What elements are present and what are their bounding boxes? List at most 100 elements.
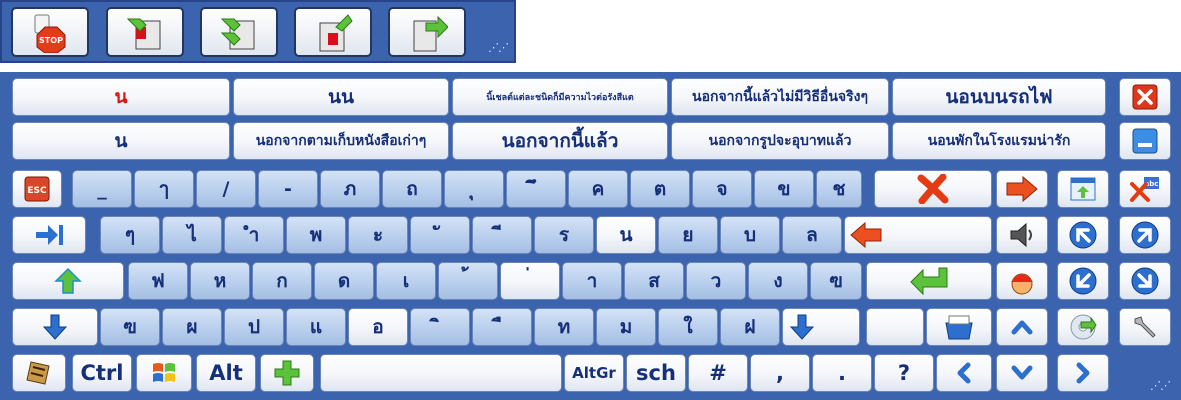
key-r3-1[interactable]: ฟ [128,262,188,300]
space-key[interactable] [320,354,562,392]
spellcheck-key[interactable]: abc [1119,170,1171,208]
key-r1-8[interactable]: ึ [506,170,566,208]
key-r4-10[interactable]: ใ [658,308,718,346]
blank-key[interactable] [866,308,924,346]
backspace-key[interactable] [844,216,992,254]
shift-key[interactable] [12,262,124,300]
key-r2-6[interactable]: ั [410,216,470,254]
key-r4-9[interactable]: ม [596,308,656,346]
suggestion-3[interactable]: นิ้เชลต์แต่ละชนิดก็มีความไวต่อรังสีแต [452,78,668,116]
dock-key[interactable] [1057,170,1109,208]
user-key[interactable] [996,262,1048,300]
hash-key[interactable]: # [688,354,748,392]
key-r3-9[interactable]: ส [624,262,684,300]
arrow-right-nav-key[interactable] [1057,354,1109,392]
key-r3-5[interactable]: เ [376,262,436,300]
key-r1-5[interactable]: ภ [320,170,380,208]
key-r3-10[interactable]: ว [686,262,746,300]
key-r2-11[interactable]: บ [720,216,780,254]
move-up-button[interactable] [294,7,372,57]
ctrl-key[interactable]: Ctrl [72,354,132,392]
tab-key[interactable] [12,216,86,254]
key-r4-7[interactable]: ื [472,308,532,346]
key-r2-1[interactable]: ๆ [100,216,160,254]
key-r2-3[interactable]: ำ [224,216,284,254]
key-r1-12[interactable]: ข [754,170,814,208]
key-r1-7[interactable]: ุ [444,170,504,208]
key-r2-9[interactable]: น [596,216,656,254]
key-slash[interactable]: / [196,170,256,208]
key-r3-11[interactable]: ง [748,262,808,300]
shift-down-key[interactable] [12,308,98,346]
move-up-right-key[interactable] [1119,216,1171,254]
dictionary-key[interactable] [12,354,66,392]
esc-key[interactable]: ESC [12,170,62,208]
close-button[interactable] [1119,78,1171,116]
add-key[interactable] [260,354,314,392]
key-r2-2[interactable]: ไ [162,216,222,254]
key-r4-8[interactable]: ท [534,308,594,346]
key-r2-10[interactable]: ย [658,216,718,254]
key-r1-10[interactable]: ต [630,170,690,208]
key-r2-8[interactable]: ร [534,216,594,254]
key-r3-8[interactable]: า [562,262,622,300]
key-r3-3[interactable]: ก [252,262,312,300]
key-r4-1[interactable]: ฃ [100,308,160,346]
settings-key[interactable] [1119,308,1171,346]
resize-grip[interactable]: ⋰⋰ [488,42,509,53]
suggestion-4[interactable]: นอกจากนี้แล้วไม่มีวิธีอื่นจริงๆ [671,78,889,116]
key-r1-13[interactable]: ช [816,170,862,208]
scroll-up-key[interactable] [996,308,1048,346]
key-r4-4[interactable]: แ [286,308,346,346]
comma-key[interactable]: , [750,354,810,392]
key-r4-6[interactable]: ิ [410,308,470,346]
altgr-key[interactable]: AltGr [564,354,624,392]
key-r3-7[interactable]: ่ [500,262,560,300]
enter-key[interactable] [866,262,992,300]
suggestion-9[interactable]: นอกจากรูปจะอุบาทแล้ว [671,122,889,160]
move-both-button[interactable] [200,7,278,57]
key-r1-9[interactable]: ค [568,170,628,208]
suggestion-6[interactable]: น [12,122,230,160]
stop-button[interactable]: STOP [11,7,89,57]
key-r4-3[interactable]: ป [224,308,284,346]
key-r1-6[interactable]: ถ [382,170,442,208]
keyboard-resize-grip[interactable]: ⋰⋰ [1150,380,1171,391]
keyboard-mode-key[interactable] [926,308,992,346]
sound-key[interactable] [996,216,1048,254]
key-r1-11[interactable]: จ [692,170,752,208]
key-r4-5[interactable]: อ [348,308,408,346]
suggestion-8[interactable]: นอกจากนี้แล้ว [452,122,668,160]
move-down-right-key[interactable] [1119,262,1171,300]
key-r4-2[interactable]: ผ [162,308,222,346]
alt-key[interactable]: Alt [196,354,256,392]
key-minus[interactable]: - [258,170,318,208]
arrow-right-key[interactable] [996,170,1048,208]
shift-down-right-key[interactable] [782,308,860,346]
key-r3-4[interactable]: ด [314,262,374,300]
key-r2-7[interactable]: ี [472,216,532,254]
sch-key[interactable]: sch [626,354,686,392]
next-key[interactable] [1057,308,1109,346]
suggestion-10[interactable]: นอนพักในโรงแรมน่ารัก [892,122,1106,160]
key-r2-4[interactable]: พ [286,216,346,254]
key-r2-12[interactable]: ล [782,216,842,254]
key-r4-11[interactable]: ฝ [720,308,780,346]
suggestion-5[interactable]: นอนบนรถไฟ [892,78,1106,116]
move-down-left-key[interactable] [1057,262,1109,300]
key-underscore[interactable]: _ [72,170,132,208]
key-r3-12[interactable]: ฃ [810,262,862,300]
suggestion-7[interactable]: นอกจากตามเก็บหนังสือเก่าๆ [233,122,449,160]
key-r3-6[interactable]: ้ [438,262,498,300]
move-up-left-key[interactable] [1057,216,1109,254]
period-key[interactable]: . [812,354,872,392]
suggestion-1[interactable]: น [12,78,230,116]
suggestion-2[interactable]: นน [233,78,449,116]
key-r3-2[interactable]: ห [190,262,250,300]
question-key[interactable]: ? [874,354,934,392]
move-left-button[interactable] [106,7,184,57]
move-right-button[interactable] [388,7,466,57]
minimize-button[interactable] [1119,122,1171,160]
backspace-x-key[interactable] [874,170,992,208]
arrow-left-key[interactable] [936,354,992,392]
